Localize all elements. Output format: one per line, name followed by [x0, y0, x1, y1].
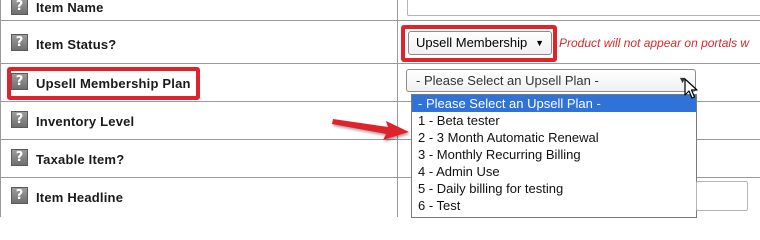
- question-mark-icon[interactable]: ?: [11, 149, 28, 166]
- upsell-plan-dropdown: - Please Select an Upsell Plan - 1 - Bet…: [411, 94, 697, 218]
- row-item-headline: ? Item Headline: [0, 178, 398, 216]
- red-arrow-annotation: [332, 119, 409, 140]
- row-taxable-item: ? Taxable Item?: [0, 140, 398, 178]
- question-mark-icon[interactable]: ?: [11, 0, 28, 15]
- dropdown-option[interactable]: - Please Select an Upsell Plan -: [412, 95, 696, 112]
- dropdown-option[interactable]: 5 - Daily billing for testing: [412, 180, 696, 197]
- label-item-headline: Item Headline: [36, 190, 124, 205]
- dropdown-option[interactable]: 1 - Beta tester: [412, 112, 696, 129]
- dropdown-option[interactable]: 2 - 3 Month Automatic Renewal: [412, 129, 696, 146]
- dropdown-option[interactable]: 3 - Monthly Recurring Billing: [412, 146, 696, 163]
- label-taxable-item: Taxable Item?: [36, 152, 125, 167]
- highlight-box-upsell-label: [7, 67, 200, 100]
- question-mark-icon[interactable]: ?: [11, 187, 28, 204]
- label-item-name: Item Name: [36, 0, 104, 15]
- dropdown-option[interactable]: 6 - Test: [412, 197, 696, 214]
- dropdown-option[interactable]: 4 - Admin Use: [412, 163, 696, 180]
- mouse-pointer-icon: [684, 78, 698, 99]
- label-inventory-level: Inventory Level: [36, 114, 135, 129]
- upsell-plan-select[interactable]: - Please Select an Upsell Plan - ▼: [406, 69, 696, 92]
- item-headline-textarea[interactable]: [696, 181, 748, 211]
- item-name-input[interactable]: [407, 0, 760, 16]
- label-item-status: Item Status?: [36, 37, 117, 52]
- row-item-status: ? Item Status?: [0, 22, 398, 60]
- question-mark-icon[interactable]: ?: [11, 34, 28, 51]
- question-mark-icon[interactable]: ?: [11, 111, 28, 128]
- item-status-note: Product will not appear on portals w: [559, 36, 750, 50]
- upsell-plan-value: - Please Select an Upsell Plan -: [416, 73, 599, 88]
- highlight-box-status: [401, 25, 557, 62]
